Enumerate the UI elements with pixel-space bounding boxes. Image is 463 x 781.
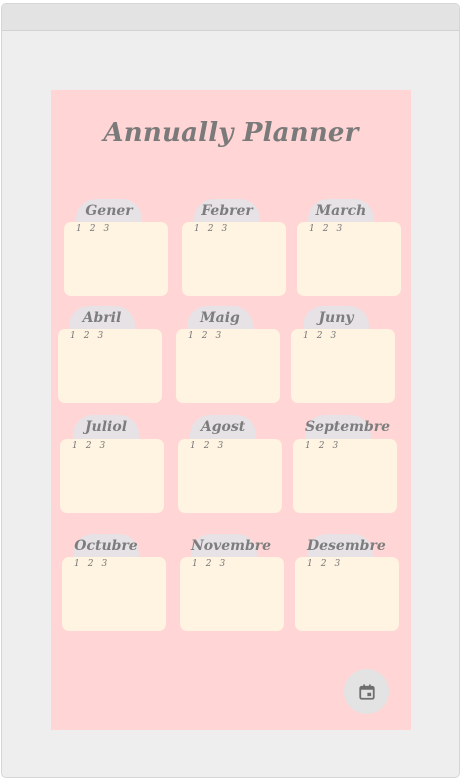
month-card[interactable]: 123	[176, 329, 280, 403]
day-numbers: 123	[190, 441, 223, 451]
day-number: 2	[322, 224, 329, 234]
day-number: 3	[103, 224, 110, 234]
day-numbers: 123	[192, 559, 225, 569]
day-number: 2	[87, 559, 94, 569]
day-numbers: 123	[309, 224, 342, 234]
day-number: 3	[99, 441, 106, 451]
month-label: Agost	[200, 419, 246, 435]
month-label: Abril	[82, 310, 122, 326]
title-bar	[2, 4, 459, 31]
day-number: 2	[89, 224, 96, 234]
day-number: 2	[207, 224, 214, 234]
day-numbers: 123	[303, 331, 336, 341]
day-number: 3	[330, 331, 337, 341]
day-number: 2	[83, 331, 90, 341]
month-label: Novembre	[191, 538, 272, 554]
day-numbers: 123	[70, 331, 103, 341]
day-number: 1	[188, 331, 194, 341]
day-number: 3	[221, 224, 228, 234]
day-number: 2	[320, 559, 327, 569]
day-number: 1	[76, 224, 82, 234]
day-number: 2	[201, 331, 208, 341]
day-number: 3	[336, 224, 343, 234]
month-label: March	[315, 203, 367, 219]
day-number: 3	[215, 331, 222, 341]
day-numbers: 123	[307, 559, 340, 569]
day-number: 3	[217, 441, 224, 451]
day-numbers: 123	[74, 559, 107, 569]
month-card[interactable]: 123	[178, 439, 282, 513]
day-number: 3	[101, 559, 108, 569]
day-number: 1	[70, 331, 76, 341]
month-card[interactable]: 123	[62, 557, 166, 631]
day-number: 3	[334, 559, 341, 569]
day-number: 1	[305, 441, 311, 451]
month-label: Maig	[200, 310, 240, 326]
page-title: Annually Planner	[103, 118, 359, 148]
day-number: 2	[316, 331, 323, 341]
month-card[interactable]: 123	[58, 329, 162, 403]
month-label: Febrer	[201, 203, 253, 219]
day-number: 2	[318, 441, 325, 451]
day-number: 3	[97, 331, 104, 341]
day-number: 1	[303, 331, 309, 341]
day-numbers: 123	[76, 224, 109, 234]
calendar-button[interactable]	[344, 669, 389, 714]
month-card[interactable]: 123	[182, 222, 286, 296]
month-card[interactable]: 123	[297, 222, 401, 296]
month-card[interactable]: 123	[293, 439, 397, 513]
month-label: Septembre	[305, 419, 391, 435]
day-numbers: 123	[72, 441, 105, 451]
planner-page: Annually Planner Gener 1 2 3 Febrer 1 2 3 March 1…	[51, 90, 411, 730]
day-number: 1	[74, 559, 80, 569]
calendar-icon	[358, 684, 375, 700]
month-card[interactable]: 123	[291, 329, 395, 403]
day-number: 1	[309, 224, 315, 234]
month-card[interactable]: 123	[60, 439, 164, 513]
month-label: Juny	[318, 310, 354, 326]
day-number: 1	[194, 224, 200, 234]
day-number: 2	[203, 441, 210, 451]
day-number: 1	[190, 441, 196, 451]
month-label: Juliol	[84, 419, 128, 435]
day-number: 2	[85, 441, 92, 451]
day-number: 3	[332, 441, 339, 451]
month-label: Desembre	[307, 538, 386, 554]
month-label: Octubre	[74, 538, 138, 554]
day-numbers: 123	[194, 224, 227, 234]
day-numbers: 123	[305, 441, 338, 451]
month-card[interactable]: 123	[64, 222, 168, 296]
day-number: 1	[307, 559, 313, 569]
month-card[interactable]: 123	[180, 557, 284, 631]
day-number: 1	[192, 559, 198, 569]
month-label: Gener	[85, 203, 133, 219]
day-number: 2	[205, 559, 212, 569]
day-numbers: 123	[188, 331, 221, 341]
day-number: 3	[219, 559, 226, 569]
day-number: 1	[72, 441, 78, 451]
month-card[interactable]: 123	[295, 557, 399, 631]
